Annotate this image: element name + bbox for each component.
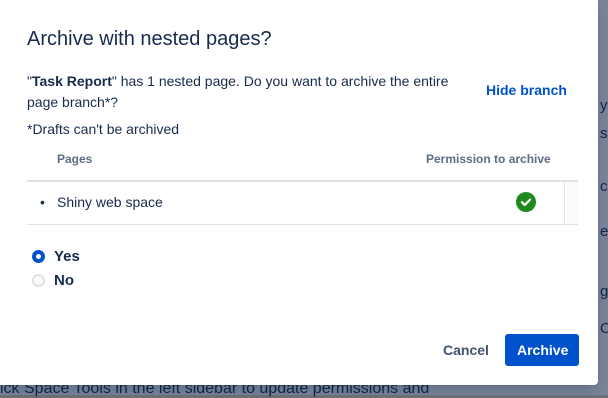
page-name: Task Report: [31, 73, 112, 89]
archive-button[interactable]: Archive: [505, 334, 579, 366]
page-name-cell: Shiny web space: [57, 194, 163, 210]
column-header-permission: Permission to archive: [426, 152, 551, 166]
radio-option-yes[interactable]: Yes: [32, 247, 80, 265]
drafts-note: *Drafts can't be archived: [27, 121, 180, 137]
dialog-description: "Task Report" has 1 nested page. Do you …: [27, 71, 472, 113]
dialog-title: Archive with nested pages?: [27, 28, 272, 50]
cancel-button[interactable]: Cancel: [431, 334, 501, 366]
radio-no-control[interactable]: [32, 273, 45, 287]
column-header-pages: Pages: [57, 152, 93, 166]
table-scrollbar[interactable]: [564, 182, 578, 224]
archive-dialog: Archive with nested pages? "Task Report"…: [0, 0, 598, 385]
radio-yes-label[interactable]: Yes: [54, 248, 80, 265]
radio-yes-control[interactable]: [32, 249, 45, 263]
hide-branch-link[interactable]: Hide branch: [486, 82, 567, 98]
check-circle-icon: [516, 192, 536, 212]
pages-table: • Shiny web space: [27, 180, 578, 225]
bullet: •: [40, 194, 45, 210]
radio-no-label[interactable]: No: [54, 272, 74, 289]
radio-option-no[interactable]: No: [32, 271, 74, 289]
